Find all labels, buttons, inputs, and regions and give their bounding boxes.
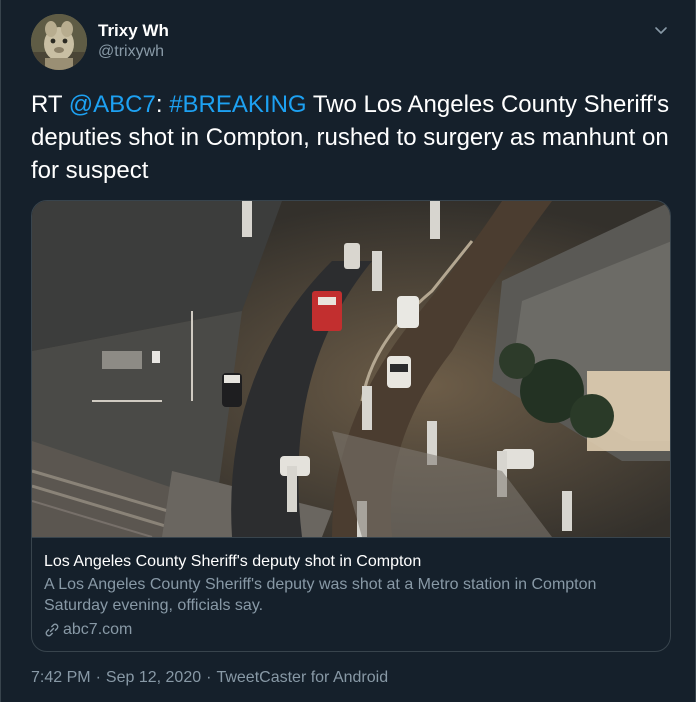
card-title[interactable]: Los Angeles County Sheriff's deputy shot… [44, 551, 660, 572]
avatar-image [31, 14, 87, 70]
link-icon [45, 623, 59, 636]
mention-link[interactable]: @ABC7 [69, 91, 156, 118]
card-body: Los Angeles County Sheriff's deputy shot… [32, 537, 670, 651]
tweet: Trixy Wh @trixywh RT @ABC7: #BREAKING Tw… [0, 0, 696, 702]
card-domain-row: abc7.com [44, 619, 660, 640]
user-handle[interactable]: @trixywh [98, 43, 164, 61]
card-description: A Los Angeles County Sheriff's deputy wa… [44, 576, 597, 614]
tweet-colon: : [155, 91, 170, 118]
chevron-down-icon[interactable] [653, 22, 669, 38]
tweet-meta: 7:42 PM · Sep 12, 2020 · TweetCaster for And… [31, 669, 388, 687]
meta-separator: · [95, 669, 101, 686]
tweet-date[interactable]: Sep 12, 2020 [106, 669, 201, 686]
tweet-header: Trixy Wh @trixywh [1, 0, 695, 80]
card-image[interactable] [32, 201, 671, 537]
meta-separator: · [206, 669, 212, 686]
card-domain: abc7.com [63, 621, 133, 638]
tweet-text: RT @ABC7: #BREAKING Two Los Angeles Coun… [31, 88, 671, 187]
avatar[interactable] [31, 14, 87, 70]
retweet-prefix: RT [31, 91, 69, 118]
tweet-source[interactable]: TweetCaster for Android [216, 669, 388, 686]
hashtag-link[interactable]: #BREAKING [169, 91, 306, 118]
link-card[interactable]: Los Angeles County Sheriff's deputy shot… [31, 200, 671, 652]
tweet-time[interactable]: 7:42 PM [31, 669, 91, 686]
display-name[interactable]: Trixy Wh [98, 21, 169, 41]
